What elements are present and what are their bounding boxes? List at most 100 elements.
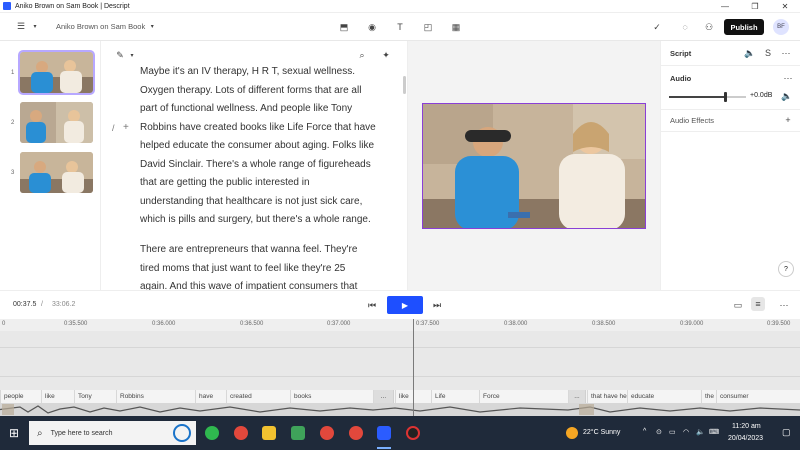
more-options-icon[interactable]: ⋯ (779, 46, 793, 60)
title-bar: Aniko Brown on Sam Book | Descript — ❐ ✕ (0, 0, 800, 13)
sparkle-icon[interactable]: ✦ (379, 48, 393, 62)
file-explorer-icon[interactable] (262, 426, 276, 440)
publish-button[interactable]: Publish (724, 19, 764, 35)
align-icon[interactable]: ≡ (751, 297, 765, 311)
script-paragraph[interactable]: There are entrepreneurs that wanna feel.… (140, 241, 402, 290)
timeline-ruler[interactable]: 0 0:35.500 0:36.000 0:36.500 0:37.000 0:… (0, 319, 800, 331)
show-hidden-icons[interactable]: ^ (643, 428, 646, 435)
script-editor[interactable]: ✎ ▾ ⌕ ✦ / + Maybe it's an IV therapy, H … (101, 41, 408, 290)
grid-icon[interactable]: ▦ (449, 20, 463, 34)
tray-icon[interactable]: ⊙ (656, 428, 662, 436)
network-icon[interactable]: ◠ (683, 428, 689, 436)
video-canvas (408, 41, 660, 290)
word-clip[interactable]: have (195, 390, 226, 403)
scene-thumbnail[interactable]: 3 (0, 151, 101, 195)
speaker-s-icon[interactable]: S (761, 46, 775, 60)
word-clip[interactable]: people (0, 390, 41, 403)
comment-icon[interactable]: ◌ (678, 20, 692, 34)
time-separator: / (41, 301, 43, 308)
gain-slider-track[interactable] (724, 96, 746, 98)
script-line: Robbins have created books like Life For… (140, 121, 376, 133)
word-clip[interactable]: consumer (716, 390, 800, 403)
word-clip[interactable]: Robbins (116, 390, 195, 403)
notification-icon[interactable]: ▢ (782, 427, 791, 438)
scene-thumbnail[interactable]: 2 (0, 101, 101, 145)
taskbar-search-box[interactable]: ⌕ Type here to search (29, 421, 196, 445)
script-paragraph[interactable]: Maybe it's an IV therapy, H R T, sexual … (140, 63, 402, 230)
scene-image[interactable] (20, 152, 93, 193)
weather-text[interactable]: 22°C Sunny (583, 429, 620, 436)
pen-chevron-icon[interactable]: ▾ (125, 48, 139, 62)
audio-more-icon[interactable]: ⋯ (781, 71, 795, 85)
check-circle-icon[interactable]: ✓ (650, 20, 664, 34)
descript-taskbar-icon[interactable] (377, 426, 391, 440)
cortana-icon[interactable] (173, 424, 191, 442)
skip-back-icon[interactable]: ⏮ (365, 298, 379, 312)
gain-slider-fill (669, 96, 724, 98)
window-controls: — ❐ ✕ (710, 0, 800, 13)
audio-section-label: Audio (670, 74, 692, 83)
video-preview[interactable] (422, 103, 646, 229)
ruler-tick: 0:38.500 (592, 321, 616, 327)
shapes-icon[interactable]: ◰ (421, 20, 435, 34)
clock-date[interactable]: 20/04/2023 (728, 435, 763, 442)
chevron-down-icon[interactable]: ▾ (28, 20, 42, 34)
chrome-profile-2-icon[interactable] (349, 426, 363, 440)
project-name[interactable]: Aniko Brown on Sam Book (56, 22, 145, 31)
word-clip[interactable]: educate (627, 390, 701, 403)
word-clip[interactable]: created (226, 390, 290, 403)
scrollbar-thumb[interactable] (403, 76, 406, 94)
app-taskbar-icon[interactable] (406, 426, 420, 440)
separator (661, 65, 800, 66)
word-clip[interactable]: the (701, 390, 716, 403)
word-clip[interactable]: Tony (74, 390, 116, 403)
whatsapp-icon[interactable] (205, 426, 219, 440)
add-user-icon[interactable]: ⚇ (702, 20, 716, 34)
chrome-profile-icon[interactable] (320, 426, 334, 440)
gap-clip[interactable]: ... (373, 390, 394, 403)
clock-time[interactable]: 11:20 am (732, 423, 761, 430)
gain-slider-handle[interactable] (724, 92, 727, 102)
layout-icon[interactable]: ▭ (731, 298, 745, 312)
gap-clip[interactable]: ... (568, 390, 586, 403)
help-button[interactable]: ? (778, 261, 794, 277)
word-track[interactable]: people like Tony Robbins have created bo… (0, 390, 800, 403)
word-clip[interactable]: books (290, 390, 373, 403)
windows-start-icon[interactable]: ⊞ (9, 426, 19, 440)
drag-handle-icon[interactable]: / (112, 123, 115, 133)
project-chevron-icon[interactable]: ▾ (145, 20, 159, 34)
word-clip[interactable]: Life (431, 390, 479, 403)
sheets-icon[interactable] (291, 426, 305, 440)
language-icon[interactable]: ⌨ (709, 428, 719, 436)
scene-number: 2 (11, 120, 15, 126)
volume-icon[interactable]: 🔈 (696, 428, 705, 436)
search-placeholder: Type here to search (50, 429, 113, 437)
play-button[interactable]: ▶ (387, 296, 423, 314)
search-icon[interactable]: ⌕ (355, 48, 369, 62)
export-icon[interactable]: ⬒ (337, 20, 351, 34)
timeline-more-icon[interactable]: ⋯ (777, 298, 791, 312)
scene-thumbnail[interactable]: 1 (0, 50, 101, 95)
close-button[interactable]: ✕ (770, 0, 800, 13)
add-effect-icon[interactable]: + (781, 113, 795, 127)
word-clip[interactable]: like (41, 390, 74, 403)
menu-icon[interactable]: ☰ (14, 20, 28, 34)
record-icon[interactable]: ◉ (365, 20, 379, 34)
mute-icon[interactable]: 🔈 (780, 89, 794, 103)
scene-image[interactable] (18, 50, 95, 95)
audio-waveform[interactable] (0, 403, 800, 416)
scene-image[interactable] (20, 102, 93, 143)
battery-icon[interactable]: ▭ (669, 428, 676, 436)
script-line: understanding that healthcare is not jus… (140, 195, 363, 207)
chrome-icon[interactable] (234, 426, 248, 440)
skip-forward-icon[interactable]: ⏭ (430, 298, 444, 312)
speaker-icon[interactable]: 🔈 (743, 46, 757, 60)
minimize-button[interactable]: — (710, 0, 740, 13)
text-icon[interactable]: T (393, 20, 407, 34)
maximize-button[interactable]: ❐ (740, 0, 770, 13)
avatar[interactable]: BF (773, 19, 789, 35)
word-clip[interactable]: that have he (587, 390, 627, 403)
playhead[interactable] (413, 319, 414, 416)
word-clip[interactable]: Force (479, 390, 568, 403)
add-icon[interactable]: + (123, 122, 129, 133)
